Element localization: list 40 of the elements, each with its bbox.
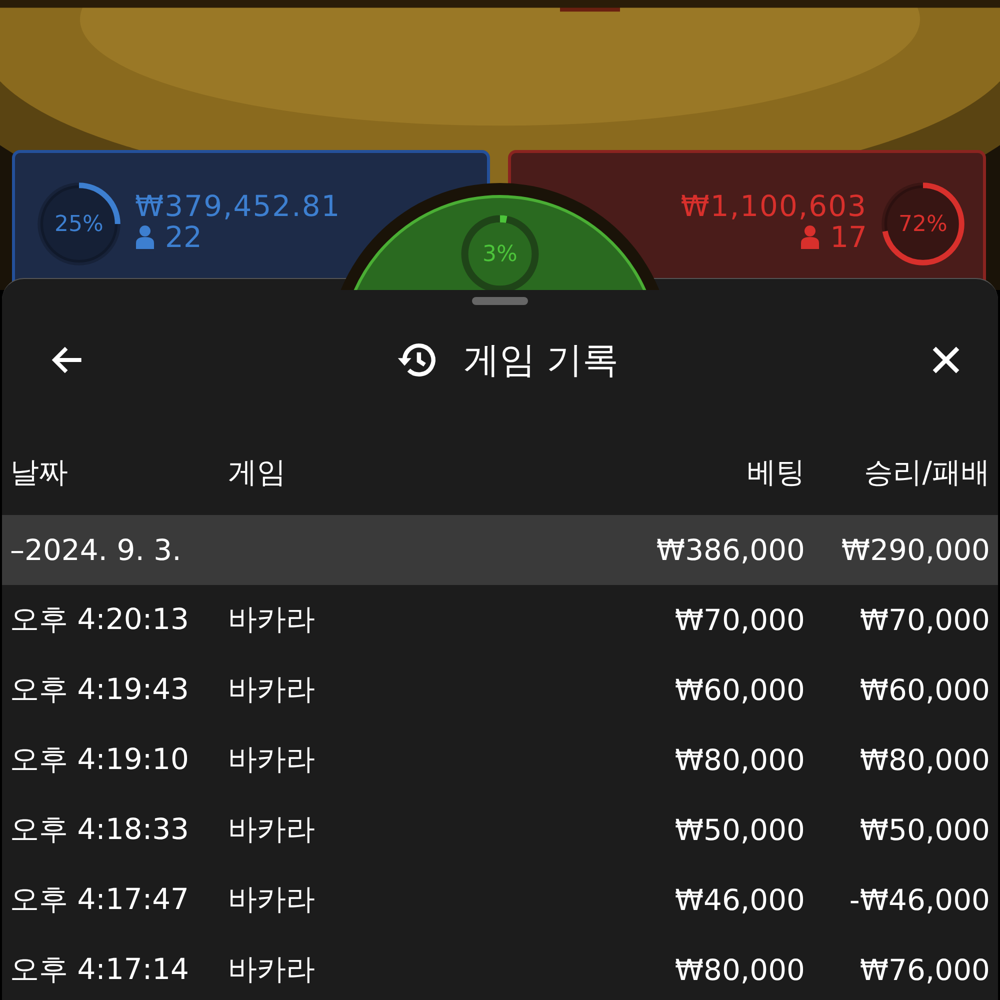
- table-cell-text: ₩70,000: [674, 603, 805, 637]
- percent-text: 25%: [54, 212, 104, 236]
- percent-text: 72%: [898, 212, 948, 236]
- table-cell-text: ₩80,000: [858, 743, 990, 777]
- column-header: 베팅: [746, 454, 805, 491]
- table-cell-text: ₩46,000: [674, 883, 805, 917]
- table-cell-text: 오후 4:19:10: [10, 741, 190, 778]
- table-cell-text: 바카라: [228, 741, 316, 778]
- table-cell-text: ₩60,000: [674, 673, 805, 707]
- table-cell-text: ₩70,000: [858, 603, 990, 637]
- bet-amount: ₩379,452.81: [135, 190, 341, 222]
- table-cell-text: 오후 4:17:47: [10, 881, 190, 918]
- table-cell-text: 오후 4:19:43: [10, 671, 190, 708]
- bet-amount: ₩1,100,603: [680, 190, 867, 222]
- table-cell-text: ₩50,000: [674, 813, 805, 847]
- table-cell-text: -₩46,000: [848, 883, 990, 917]
- table-cell-text: ₩60,000: [858, 673, 990, 707]
- date-text: –2024. 9. 3.: [10, 533, 182, 567]
- column-header: 게임: [228, 454, 287, 491]
- table-cell-text: ₩50,000: [858, 813, 990, 847]
- table-cell-text: 오후 4:17:14: [10, 951, 190, 988]
- table-cell-text: ₩290,000: [840, 533, 990, 567]
- table-cell-text: 바카라: [228, 881, 316, 918]
- table-cell-text: 바카라: [228, 811, 316, 848]
- table-cell-text: ₩76,000: [858, 953, 990, 987]
- column-header: 날짜: [10, 454, 69, 491]
- table-cell-text: 바카라: [228, 671, 316, 708]
- player-count: 22: [165, 222, 202, 252]
- table-cell-text: ₩80,000: [674, 953, 805, 987]
- player-count: 17: [830, 222, 867, 252]
- table-cell-text: 오후 4:18:33: [10, 811, 190, 848]
- column-header: 승리/패배: [863, 454, 990, 491]
- table-cell-text: 바카라: [228, 601, 316, 638]
- percent-text: 3%: [482, 242, 518, 267]
- sheet-title: 게임 기록: [463, 338, 619, 382]
- table-cell-text: ₩386,000: [655, 533, 805, 567]
- date-group-row[interactable]: –2024. 9. 3. ₩386,000 ₩290,000: [2, 515, 998, 585]
- table-cell-text: ₩80,000: [674, 743, 805, 777]
- table-cell-text: 바카라: [228, 951, 316, 988]
- table-cell-text: 오후 4:20:13: [10, 601, 190, 638]
